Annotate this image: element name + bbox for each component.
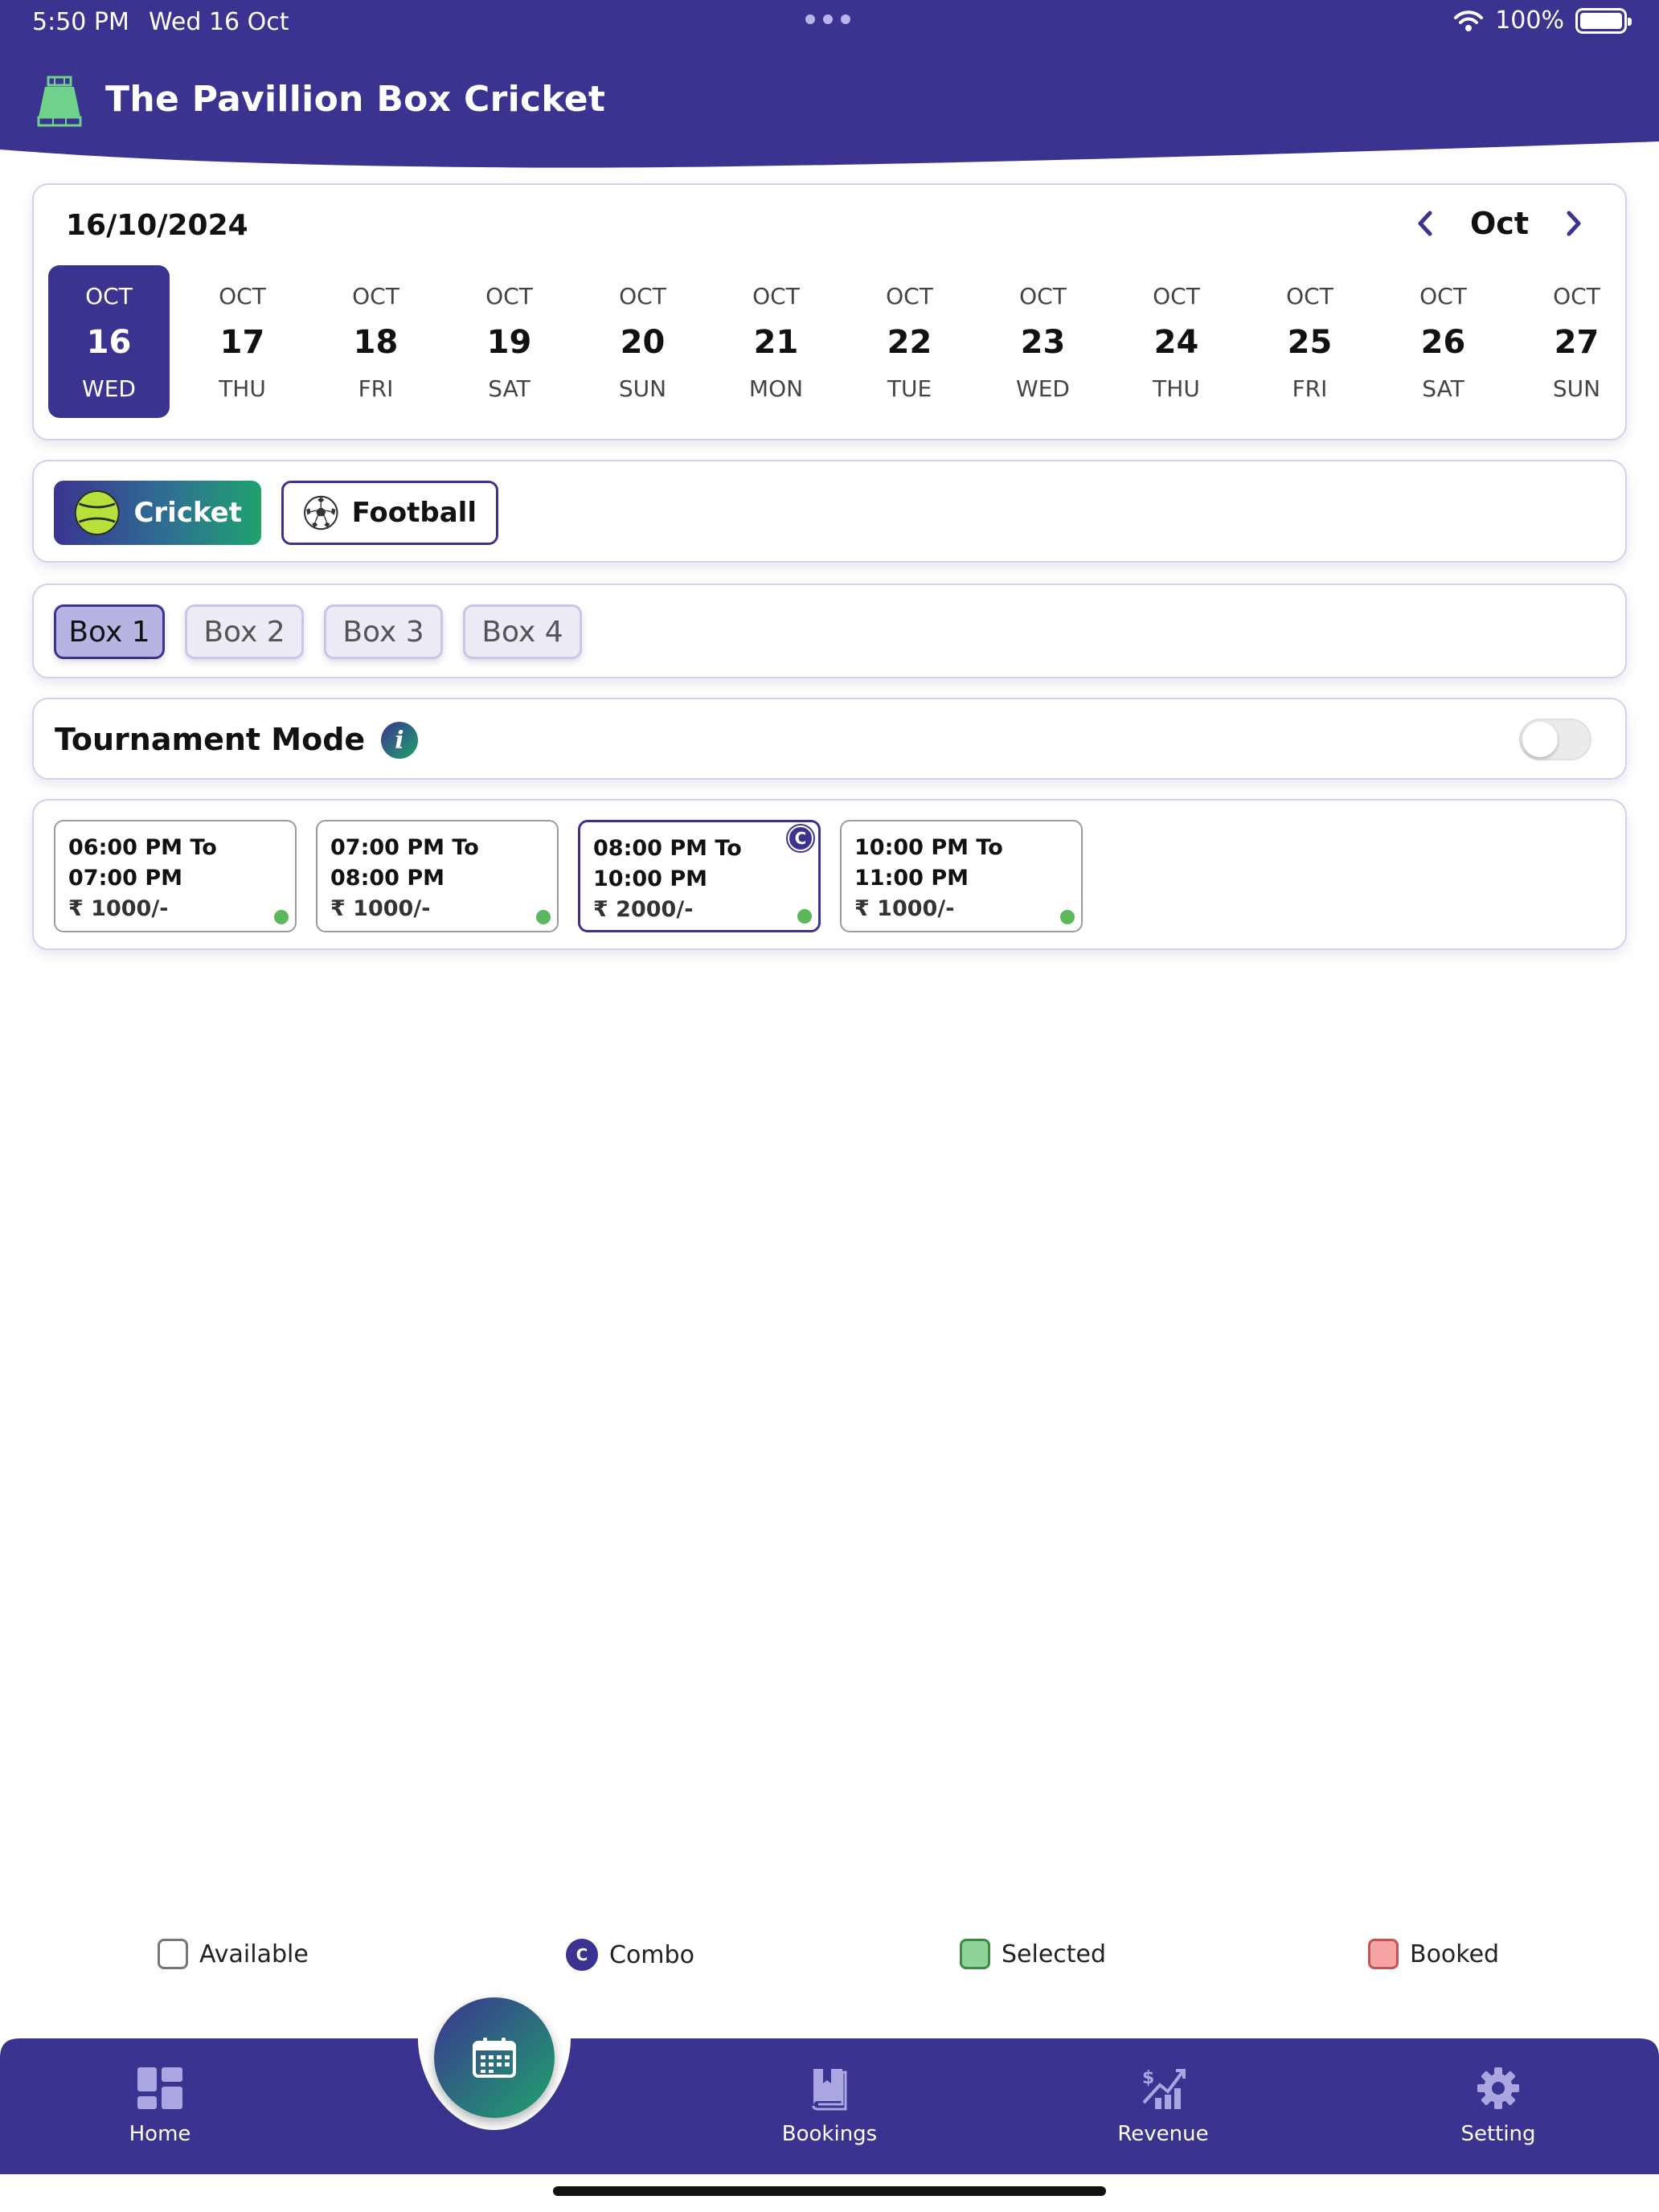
battery-icon <box>1575 7 1632 34</box>
nav-revenue[interactable]: $ Revenue <box>1067 2066 1260 2146</box>
nav-setting[interactable]: Setting <box>1402 2066 1595 2146</box>
next-month-button[interactable] <box>1558 207 1590 240</box>
book-icon <box>812 2069 847 2111</box>
cricket-label: Cricket <box>133 497 242 529</box>
available-dot <box>797 909 812 924</box>
time-slot[interactable]: 06:00 PM To 07:00 PM ₹ 1000/- <box>54 820 297 932</box>
legend-selected: Selected <box>960 1939 1106 1969</box>
selected-swatch <box>960 1939 990 1969</box>
month-navigator: Oct <box>1409 206 1590 241</box>
info-icon[interactable]: i <box>381 722 418 759</box>
day-item[interactable]: OCT 25 FRI <box>1249 265 1370 418</box>
legend-available: Available <box>158 1939 309 1969</box>
multitasking-dots-icon[interactable] <box>805 14 850 24</box>
available-dot <box>274 910 289 924</box>
status-date: Wed 16 Oct <box>149 8 289 36</box>
calendar-fab-button[interactable] <box>434 1997 555 2118</box>
home-indicator[interactable] <box>553 2186 1106 2196</box>
day-item[interactable]: OCT 19 SAT <box>449 265 570 418</box>
day-item[interactable]: OCT 23 WED <box>982 265 1104 418</box>
available-swatch <box>158 1939 188 1969</box>
dashboard-icon <box>137 2067 182 2109</box>
time-slots-card: 06:00 PM To 07:00 PM ₹ 1000/- 07:00 PM T… <box>32 799 1627 950</box>
tournament-mode-label: Tournament Mode <box>55 722 366 757</box>
booked-swatch <box>1368 1939 1399 1969</box>
day-item[interactable]: OCT 27 SUN <box>1516 265 1637 418</box>
tournament-mode-card: Tournament Mode i <box>32 698 1627 780</box>
box-3-button[interactable]: Box 3 <box>324 604 443 659</box>
app-title: The Pavillion Box Cricket <box>105 79 606 120</box>
stadium-logo-icon <box>37 76 82 127</box>
available-dot <box>1060 910 1075 924</box>
box-1-button[interactable]: Box 1 <box>54 604 165 659</box>
calendar-icon <box>473 2038 516 2078</box>
time-slot-combo[interactable]: 08:00 PM To 10:00 PM ₹ 2000/- C <box>578 820 821 932</box>
combo-swatch: C <box>566 1939 598 1971</box>
revenue-chart-icon: $ <box>1142 2068 1186 2109</box>
day-strip: OCT 16 WED OCT 17 THU OCT 18 FRI OCT 19 SAT OCT 2… <box>48 265 1637 418</box>
day-item[interactable]: OCT 16 WED <box>48 265 170 418</box>
football-button[interactable]: Football <box>281 481 498 545</box>
time-slot[interactable]: 10:00 PM To 11:00 PM ₹ 1000/- <box>840 820 1083 932</box>
day-item[interactable]: OCT 24 THU <box>1116 265 1237 418</box>
battery-percent: 100% <box>1495 6 1564 35</box>
chevron-right-icon <box>1567 211 1581 236</box>
soccer-ball-icon <box>304 495 338 530</box>
gear-icon <box>1477 2067 1519 2109</box>
slot-price: ₹ 1000/- <box>854 896 955 921</box>
day-item[interactable]: OCT 21 MON <box>715 265 837 418</box>
status-indicators: 100% <box>1453 6 1632 35</box>
day-item[interactable]: OCT 18 FRI <box>315 265 436 418</box>
svg-text:$: $ <box>1142 2068 1154 2088</box>
day-item[interactable]: OCT 22 TUE <box>849 265 970 418</box>
slot-price: ₹ 2000/- <box>593 897 694 922</box>
football-label: Football <box>351 497 477 529</box>
chevron-left-icon <box>1418 211 1432 236</box>
nav-bookings[interactable]: Bookings <box>733 2066 926 2146</box>
box-4-button[interactable]: Box 4 <box>463 604 582 659</box>
sport-selector-card: Cricket Football <box>32 460 1627 563</box>
legend-combo: C Combo <box>566 1939 694 1971</box>
nav-home[interactable]: Home <box>63 2066 256 2146</box>
day-item[interactable]: OCT 26 SAT <box>1382 265 1504 418</box>
available-dot <box>536 910 551 924</box>
box-2-button[interactable]: Box 2 <box>185 604 304 659</box>
current-month: Oct <box>1470 206 1529 241</box>
status-time: 5:50 PM <box>32 8 129 36</box>
date-picker-card: 16/10/2024 Oct OCT 16 WED OCT 17 THU OCT 18 FR… <box>32 183 1627 440</box>
day-item[interactable]: OCT 17 THU <box>182 265 303 418</box>
wifi-icon <box>1454 10 1484 31</box>
app-header: 5:50 PM Wed 16 Oct 100% The Pavillion Bo… <box>0 0 1659 173</box>
time-slot[interactable]: 07:00 PM To 08:00 PM ₹ 1000/- <box>316 820 559 932</box>
cricket-button[interactable]: Cricket <box>54 481 261 545</box>
slot-price: ₹ 1000/- <box>330 896 431 921</box>
prev-month-button[interactable] <box>1409 207 1441 240</box>
combo-badge-icon: C <box>788 825 813 851</box>
day-item[interactable]: OCT 20 SUN <box>582 265 703 418</box>
tournament-mode-toggle[interactable] <box>1519 719 1591 760</box>
tennis-ball-icon <box>74 490 120 535</box>
box-selector-card: Box 1 Box 2 Box 3 Box 4 <box>32 584 1627 678</box>
slot-price: ₹ 1000/- <box>68 896 169 921</box>
bottom-navigation: Home Bookings $ Revenue Setting <box>0 2034 1659 2212</box>
selected-date: 16/10/2024 <box>66 209 248 242</box>
legend-booked: Booked <box>1368 1939 1499 1969</box>
status-bar: 5:50 PM Wed 16 Oct 100% <box>0 0 1659 45</box>
